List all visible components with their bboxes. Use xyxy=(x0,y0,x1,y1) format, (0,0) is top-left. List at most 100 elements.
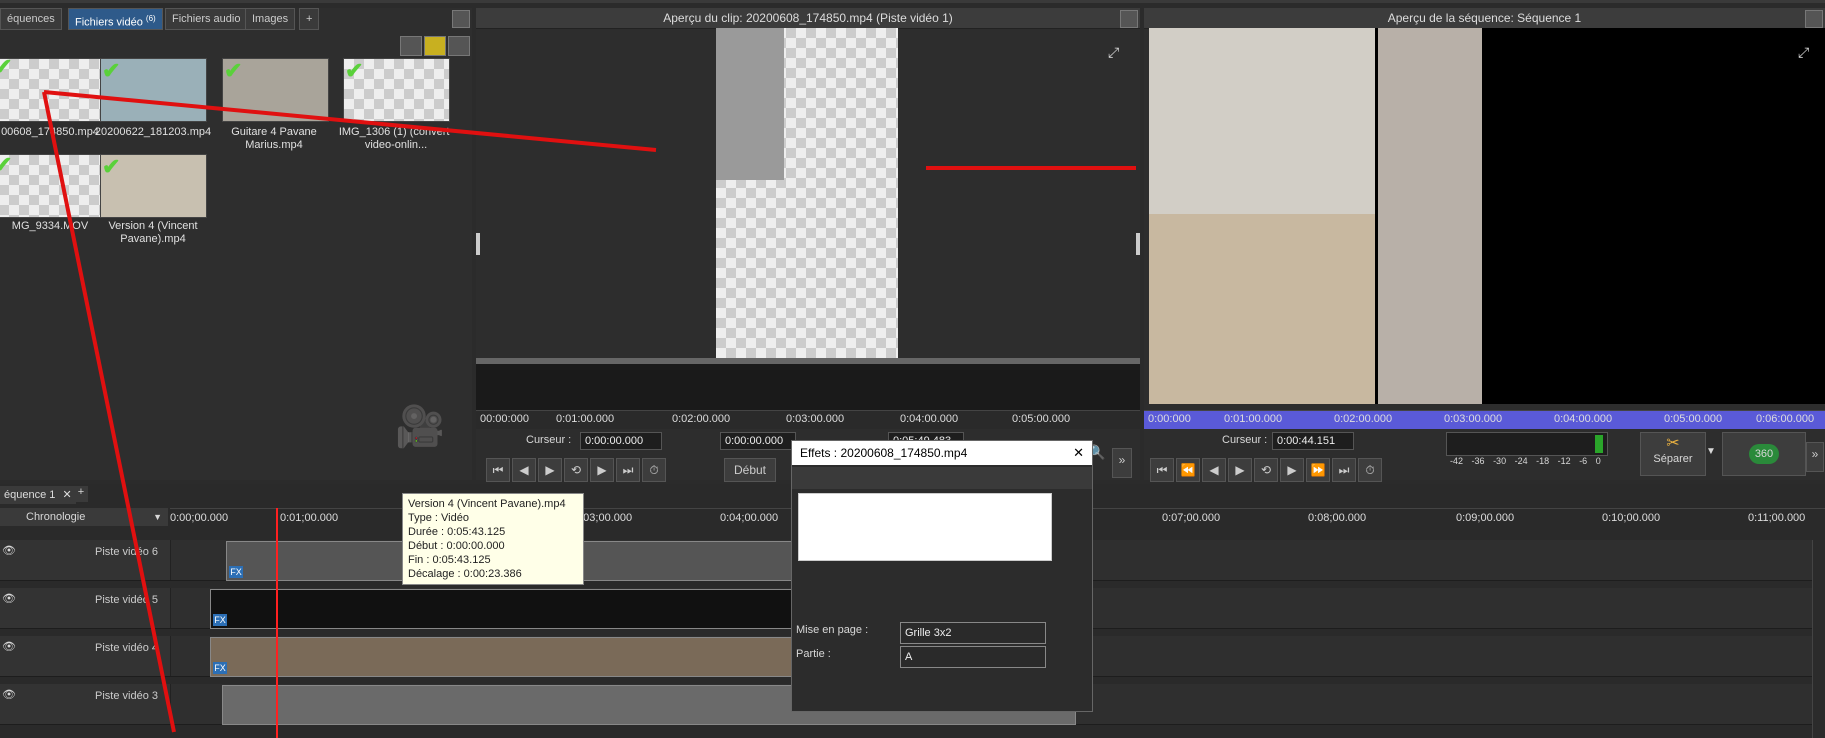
scrollbar[interactable] xyxy=(1812,540,1825,738)
skip-end-button[interactable]: ⏭ xyxy=(1332,458,1356,482)
step-back-button[interactable]: ◀ xyxy=(1202,458,1226,482)
mark-in-field[interactable]: 0:00:00.000 xyxy=(720,432,796,450)
media-panel: équences Fichiers vidéo (6) Fichiers aud… xyxy=(0,8,472,480)
add-sequence-button[interactable]: + xyxy=(74,486,88,502)
loop-button[interactable]: ⟲ xyxy=(564,458,588,482)
undock-icon[interactable] xyxy=(1120,10,1138,28)
meter-tick: -12 xyxy=(1557,456,1571,466)
tab-add-button[interactable]: + xyxy=(299,8,320,30)
ruler-tick: 00:00:000 xyxy=(480,413,529,425)
ruler-tick: 0:00:000 xyxy=(1148,413,1191,425)
undock-icon[interactable] xyxy=(1805,10,1823,28)
trash-icon[interactable] xyxy=(400,36,422,56)
tab-sequences[interactable]: équences xyxy=(0,8,62,30)
skip-start-button[interactable]: ⏮ xyxy=(1150,458,1174,482)
btn-360[interactable]: 360 xyxy=(1722,432,1806,476)
seq-video-cell-c xyxy=(1378,28,1482,404)
tooltip-line: Version 4 (Vincent Pavane).mp4 xyxy=(408,498,566,510)
media-thumb-5[interactable] xyxy=(0,154,105,218)
camera-icon: 🎥 xyxy=(395,405,445,449)
menu-bar xyxy=(0,0,1825,3)
list-view-icon[interactable] xyxy=(448,36,470,56)
eye-icon[interactable]: 👁 xyxy=(2,688,16,701)
drag-handle[interactable] xyxy=(1136,233,1140,255)
skip-start-button[interactable]: ⏮ xyxy=(486,458,510,482)
start-mark-button[interactable]: Début xyxy=(724,458,776,482)
cursor-field[interactable]: 0:00:00.000 xyxy=(580,432,662,450)
media-label-6: Version 4 (Vincent Pavane).mp4 xyxy=(108,220,198,245)
drag-handle[interactable] xyxy=(476,233,480,255)
ruler-tick: 0:04;00.000 xyxy=(720,512,779,524)
tab-video-files-count: (6) xyxy=(145,14,156,23)
clip-ruler[interactable]: 00:00:000 0:01:00.000 0:02:00.000 0:03:0… xyxy=(476,410,1140,429)
media-label-2: 20200622_181203.mp4 xyxy=(94,126,212,138)
speed-button[interactable]: ⏱ xyxy=(642,458,666,482)
prev-marker-button[interactable]: ⏪ xyxy=(1176,458,1200,482)
sequence-tab[interactable]: équence 1 ✕ xyxy=(0,486,76,504)
check-icon: ✔ xyxy=(345,58,364,83)
media-thumb-1[interactable] xyxy=(0,58,105,122)
cursor-label: Curseur : xyxy=(526,434,572,446)
tab-video-files-label: Fichiers vidéo xyxy=(75,16,143,29)
effects-preview xyxy=(798,493,1052,561)
effects-dialog-title: Effets : 20200608_174850.mp4 xyxy=(792,441,1092,465)
fullscreen-icon[interactable]: ⤢ xyxy=(1798,44,1809,61)
fullscreen-icon[interactable]: ⤢ xyxy=(1108,44,1119,61)
step-forward-button[interactable]: ▶ xyxy=(1280,458,1304,482)
step-forward-button[interactable]: ▶ xyxy=(590,458,614,482)
track-name: Piste vidéo 3 xyxy=(95,690,158,702)
skip-end-button[interactable]: ⏭ xyxy=(616,458,640,482)
tab-images[interactable]: Images xyxy=(245,8,296,30)
ruler-tick: 0:07;00.000 xyxy=(1162,512,1221,524)
loop-button[interactable]: ⟲ xyxy=(1254,458,1278,482)
eye-icon[interactable]: 👁 xyxy=(2,640,16,653)
playhead[interactable] xyxy=(276,508,278,738)
split-button[interactable]: ✂ Séparer xyxy=(1640,432,1706,476)
tab-audio-files[interactable]: Fichiers audio xyxy=(165,8,248,30)
timeline-mode-select[interactable]: Chronologie ▼ xyxy=(0,508,168,526)
start-mark-label: Début xyxy=(733,463,767,477)
track-name: Piste vidéo 4 xyxy=(95,642,158,654)
part-select[interactable]: A xyxy=(900,646,1046,668)
effects-dialog: Effets : 20200608_174850.mp4 ✕ Mise en p… xyxy=(791,440,1093,712)
ruler-tick: 0:02:00.000 xyxy=(672,413,731,425)
track-name: Piste vidéo 5 xyxy=(95,594,158,606)
check-icon: ✔ xyxy=(0,152,13,177)
close-icon[interactable]: ✕ xyxy=(1073,445,1084,461)
fx-icon[interactable]: FX xyxy=(213,614,227,626)
eye-icon[interactable]: 👁 xyxy=(2,544,16,557)
cursor-field[interactable]: 0:00:44.151 xyxy=(1272,432,1354,450)
fx-icon[interactable]: FX xyxy=(229,566,243,578)
meter-tick: -36 xyxy=(1471,456,1485,466)
speed-button[interactable]: ⏱ xyxy=(1358,458,1382,482)
close-icon[interactable]: ✕ xyxy=(62,489,71,501)
meter-tick: -24 xyxy=(1514,456,1528,466)
folder-icon[interactable] xyxy=(424,36,446,56)
part-label: Partie : xyxy=(796,648,831,660)
tab-video-files[interactable]: Fichiers vidéo (6) xyxy=(68,8,163,30)
meter-tick: -42 xyxy=(1450,456,1464,466)
layout-select[interactable]: Grille 3x2 xyxy=(900,622,1046,644)
play-button[interactable]: ▶ xyxy=(1228,458,1252,482)
check-icon: ✔ xyxy=(102,154,121,179)
audio-meter-level xyxy=(1595,435,1603,453)
split-dropdown-icon[interactable]: ▼ xyxy=(1706,446,1716,457)
clip[interactable]: FX xyxy=(210,637,798,677)
eye-icon[interactable]: 👁 xyxy=(2,592,16,605)
ruler-tick: 0:02:00.000 xyxy=(1334,413,1393,425)
timeline-mode-label: Chronologie xyxy=(26,511,86,523)
expand-panel-button[interactable]: » xyxy=(1806,442,1824,472)
track-header: 👁 Piste vidéo 6 xyxy=(0,540,171,580)
undock-icon[interactable] xyxy=(452,10,470,28)
ruler-tick: 0:01;00.000 xyxy=(280,512,339,524)
clip[interactable]: FX xyxy=(210,589,798,629)
tooltip-line: Fin : 0:05:43.125 xyxy=(408,554,491,566)
expand-panel-button[interactable]: » xyxy=(1112,448,1132,478)
play-button[interactable]: ▶ xyxy=(538,458,562,482)
tooltip-line: Décalage : 0:00:23.386 xyxy=(408,568,522,580)
step-back-button[interactable]: ◀ xyxy=(512,458,536,482)
next-marker-button[interactable]: ⏩ xyxy=(1306,458,1330,482)
fx-icon[interactable]: FX xyxy=(213,662,227,674)
seq-ruler[interactable]: 0:00:000 0:01:00.000 0:02:00.000 0:03:00… xyxy=(1144,410,1825,429)
ruler-tick: 0:08;00.000 xyxy=(1308,512,1367,524)
